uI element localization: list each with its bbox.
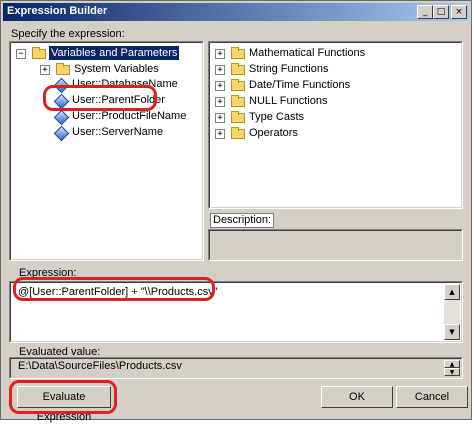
expand-icon[interactable]: + bbox=[215, 49, 225, 59]
tree-item-label: User::ParentFolder bbox=[72, 94, 165, 106]
expression-textbox[interactable]: @[User::ParentFolder] + "\\Products.csv"… bbox=[9, 281, 463, 343]
folder-icon bbox=[56, 63, 70, 75]
ok-button[interactable]: OK bbox=[321, 386, 393, 408]
folder-icon bbox=[231, 63, 245, 75]
tree-item-label: User::ServerName bbox=[72, 126, 164, 138]
tree-item-label: Type Casts bbox=[249, 111, 305, 123]
folder-icon bbox=[231, 127, 245, 139]
evaluated-value-box: E:\Data\SourceFiles\Products.csv ▲ ▼ bbox=[9, 357, 463, 379]
folder-icon bbox=[231, 79, 245, 91]
tree-item-label: String Functions bbox=[249, 63, 329, 75]
folder-icon bbox=[231, 47, 245, 59]
tree-root-label: Variables and Parameters bbox=[49, 46, 180, 60]
expand-icon[interactable]: + bbox=[215, 113, 225, 123]
evaluated-scrollbar[interactable]: ▲ ▼ bbox=[444, 360, 460, 376]
expand-icon[interactable]: + bbox=[215, 81, 225, 91]
tree-item-label: NULL Functions bbox=[249, 95, 328, 107]
window-title: Expression Builder bbox=[7, 5, 108, 17]
expression-text: @[User::ParentFolder] + "\\Products.csv" bbox=[18, 286, 218, 298]
expression-scrollbar[interactable]: ▲ ▼ bbox=[444, 284, 460, 340]
folder-icon bbox=[231, 111, 245, 123]
title-bar[interactable]: Expression Builder _ □ × bbox=[3, 3, 469, 21]
tree-item-label: Operators bbox=[249, 127, 298, 139]
tree-item-label: System Variables bbox=[74, 63, 159, 75]
evaluate-expression-button[interactable]: Evaluate Expression bbox=[17, 386, 111, 423]
close-button[interactable]: × bbox=[451, 5, 467, 19]
variables-tree-panel[interactable]: − Variables and Parameters + System Vari… bbox=[9, 41, 204, 261]
folder-icon bbox=[231, 95, 245, 107]
minimize-button[interactable]: _ bbox=[417, 5, 433, 19]
scroll-down-button[interactable]: ▼ bbox=[444, 368, 460, 376]
specify-expression-label: Specify the expression: bbox=[11, 28, 125, 40]
tree-item-label: Mathematical Functions bbox=[249, 47, 366, 59]
functions-tree-panel[interactable]: + Mathematical Functions + String Functi… bbox=[208, 41, 463, 209]
folder-icon bbox=[32, 47, 46, 59]
expand-icon[interactable]: + bbox=[215, 97, 225, 107]
expand-icon[interactable]: + bbox=[215, 65, 225, 75]
tree-item-label: User::DatabaseName bbox=[72, 78, 178, 90]
maximize-button[interactable]: □ bbox=[433, 5, 449, 19]
expression-builder-window: Expression Builder _ □ × Specify the exp… bbox=[0, 0, 472, 423]
description-label: Description: bbox=[210, 213, 275, 228]
evaluated-value-text: E:\Data\SourceFiles\Products.csv bbox=[18, 360, 182, 372]
scroll-up-button[interactable]: ▲ bbox=[444, 360, 460, 368]
expand-icon[interactable]: + bbox=[40, 65, 50, 75]
scroll-down-button[interactable]: ▼ bbox=[444, 324, 460, 340]
collapse-icon[interactable]: − bbox=[16, 49, 26, 59]
expand-icon[interactable]: + bbox=[215, 129, 225, 139]
tree-item-label: Date/Time Functions bbox=[249, 79, 351, 91]
scroll-up-button[interactable]: ▲ bbox=[444, 284, 460, 300]
panel-border bbox=[209, 42, 462, 208]
expression-label: Expression: bbox=[19, 267, 77, 279]
description-box bbox=[208, 229, 463, 261]
cancel-button[interactable]: Cancel bbox=[396, 386, 468, 408]
panel-border bbox=[209, 230, 462, 260]
tree-item-label: User::ProductFileName bbox=[72, 110, 187, 122]
